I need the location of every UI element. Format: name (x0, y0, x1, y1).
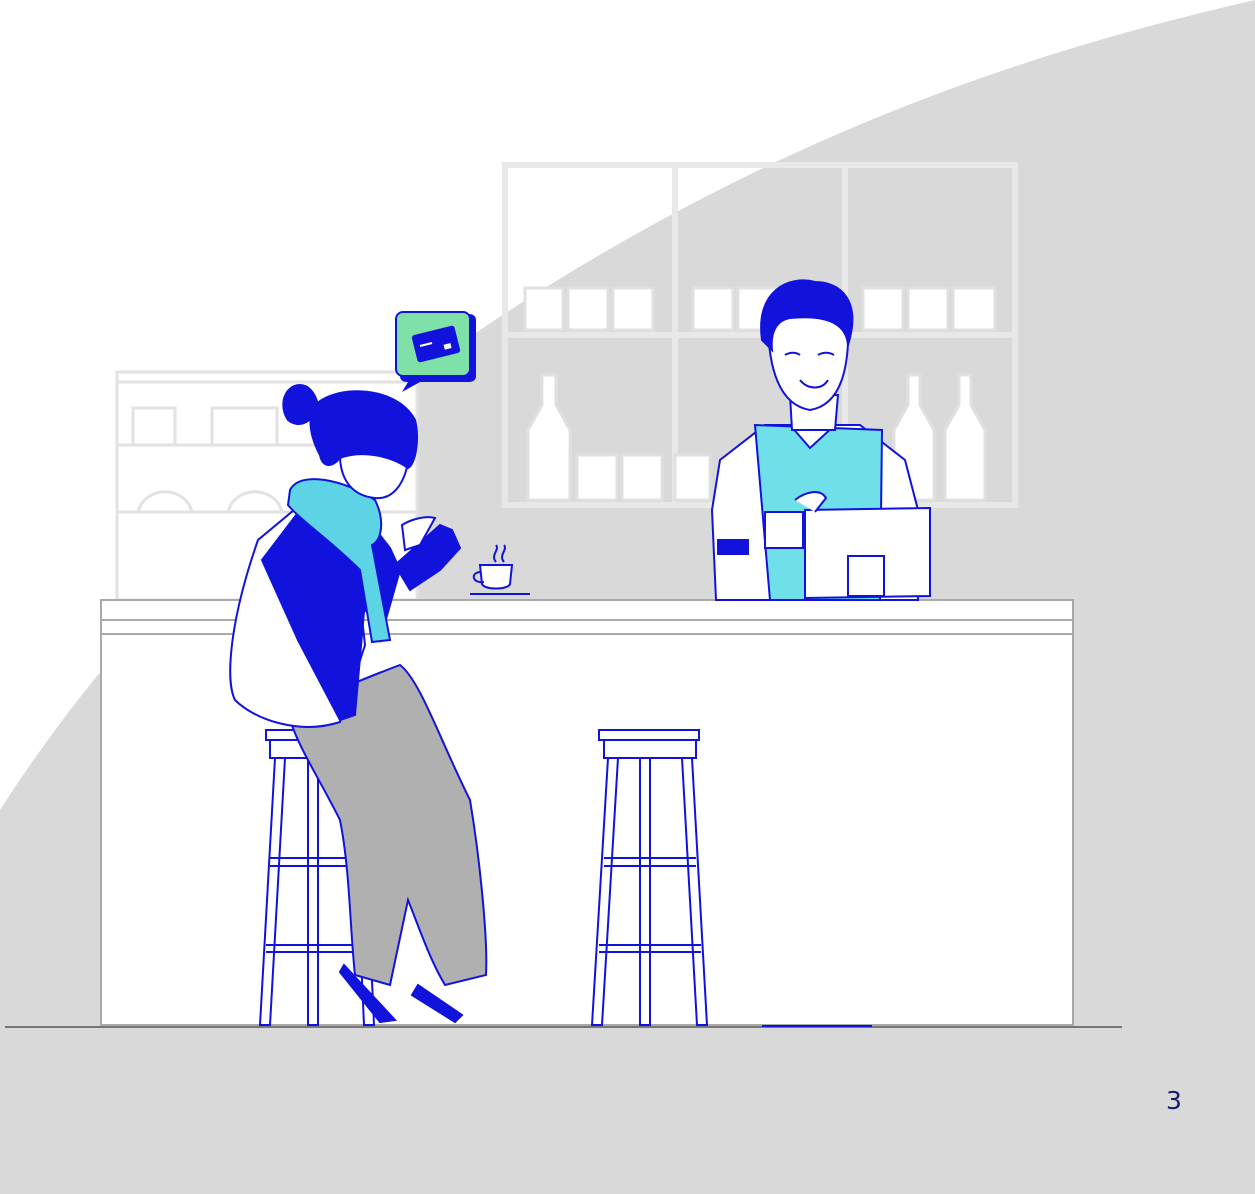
page-number: 3 (1166, 1086, 1182, 1115)
illustration-scene (0, 0, 1255, 1194)
speech-bubble (395, 311, 476, 392)
